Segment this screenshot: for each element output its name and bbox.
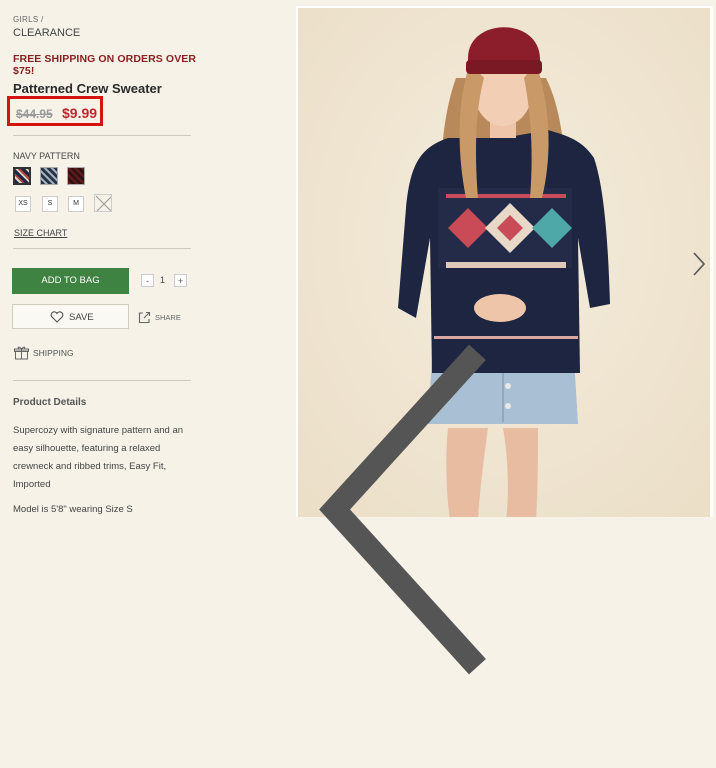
save-button[interactable]: SAVE: [12, 304, 129, 329]
add-to-bag-button[interactable]: ADD TO BAG: [12, 268, 129, 294]
quantity-increment-button[interactable]: +: [174, 274, 187, 287]
color-label: NAVY PATTERN: [13, 151, 80, 161]
size-chart-link[interactable]: SIZE CHART: [14, 228, 67, 238]
color-swatch-navy-pattern[interactable]: [13, 167, 31, 185]
original-price: $44.95: [16, 107, 53, 121]
size-option-s[interactable]: S: [42, 196, 58, 212]
price-highlight-box: $44.95 $9.99: [7, 96, 103, 126]
share-icon[interactable]: [138, 311, 151, 324]
breadcrumb-parent[interactable]: GIRLS /: [13, 15, 44, 24]
sale-price: $9.99: [62, 105, 98, 121]
size-option-xs[interactable]: XS: [15, 196, 31, 212]
color-swatch-burgundy-pattern[interactable]: [67, 167, 85, 185]
product-title: Patterned Crew Sweater: [13, 81, 162, 96]
unavailable-cross-icon: [95, 195, 111, 211]
product-info-panel: GIRLS / CLEARANCE FREE SHIPPING ON ORDER…: [0, 0, 200, 517]
model-info: Model is 5'8" wearing Size S: [13, 504, 133, 515]
save-label: SAVE: [69, 312, 94, 323]
divider: [13, 248, 191, 249]
size-option-l-unavailable[interactable]: [94, 194, 112, 212]
divider: [13, 380, 191, 381]
gift-box-icon: [14, 346, 29, 360]
divider: [13, 135, 191, 136]
share-link[interactable]: SHARE: [155, 313, 181, 322]
product-details-text: Supercozy with signature pattern and an …: [13, 425, 184, 490]
color-swatch-grey-pattern[interactable]: [40, 167, 58, 185]
quantity-value[interactable]: 1: [160, 275, 165, 285]
product-details-heading: Product Details: [13, 397, 87, 408]
shipping-link[interactable]: SHIPPING: [33, 348, 74, 358]
heart-icon: [50, 311, 64, 323]
size-option-m[interactable]: M: [68, 196, 84, 212]
chevron-left-icon[interactable]: [306, 251, 506, 768]
quantity-decrement-button[interactable]: -: [141, 274, 154, 287]
promo-banner: FREE SHIPPING ON ORDERS OVER $75!: [13, 53, 197, 77]
breadcrumb-current[interactable]: CLEARANCE: [13, 27, 80, 39]
chevron-right-icon[interactable]: [692, 251, 706, 277]
